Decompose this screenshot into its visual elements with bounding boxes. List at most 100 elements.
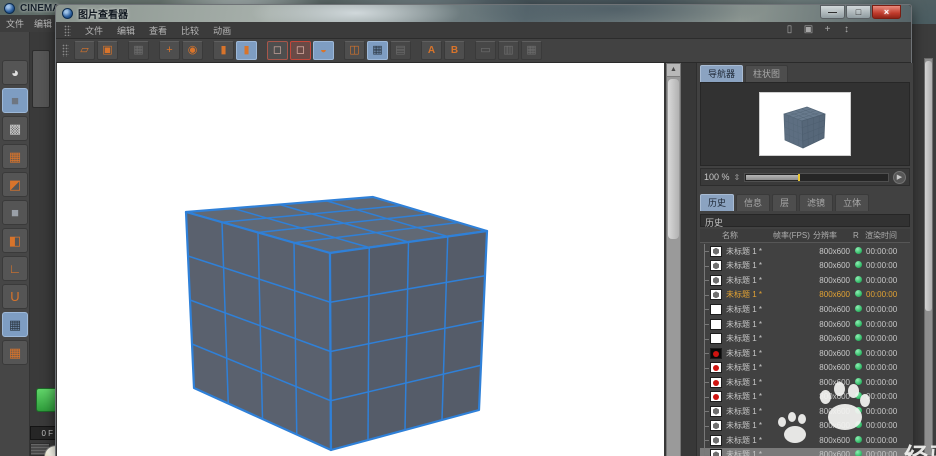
- cube-tool-icon[interactable]: ■: [2, 88, 28, 113]
- tree-connector: [700, 259, 710, 274]
- magnet-snap-icon[interactable]: U: [2, 284, 28, 309]
- channel-a-icon[interactable]: A: [421, 41, 442, 60]
- move-channel-icon[interactable]: +: [159, 41, 180, 60]
- gray-cube-icon[interactable]: ■: [2, 200, 28, 225]
- history-row[interactable]: 未标题 1 *800x60000:00:00: [700, 448, 910, 456]
- viewer-menu-item-0[interactable]: 文件: [85, 24, 103, 37]
- workspace-icon[interactable]: ◒: [313, 41, 334, 60]
- film-disabled-icon[interactable]: ▦: [521, 41, 542, 60]
- navigator-tab-0[interactable]: 导航器: [700, 65, 743, 82]
- history-column-header: 名称帧率(FPS)分辨率R渲染时间: [700, 229, 910, 243]
- history-row[interactable]: 未标题 1 *800x60000:00:00: [700, 259, 910, 274]
- toolbar-drag-handle-icon[interactable]: [62, 44, 69, 57]
- history-row[interactable]: 未标题 1 *800x60000:00:00: [700, 302, 910, 317]
- ab-disabled-icon[interactable]: ▭: [475, 41, 496, 60]
- picture-viewer-titlebar[interactable]: 图片查看器 —□×: [56, 5, 911, 22]
- panel-tab-2[interactable]: 层: [772, 194, 797, 211]
- resize-panel-icon[interactable]: ↕: [840, 24, 853, 35]
- minimize-button[interactable]: —: [820, 5, 845, 19]
- row-name: 未标题 1 *: [726, 435, 788, 446]
- grid-view-icon[interactable]: ▦: [367, 41, 388, 60]
- rendered-cube-image: [57, 63, 664, 456]
- row-thumbnail-red-white-icon: [710, 377, 722, 388]
- maximize-button[interactable]: □: [846, 5, 871, 19]
- image-canvas[interactable]: [57, 63, 664, 456]
- history-row[interactable]: 未标题 1 *800x60000:00:00: [700, 375, 910, 390]
- row-resolution: 800x600: [810, 392, 850, 401]
- grid-plane-icon[interactable]: ▦: [2, 144, 28, 169]
- row-render-time: 00:00:00: [866, 392, 910, 401]
- compare-disabled-icon[interactable]: ▦: [128, 41, 149, 60]
- history-row[interactable]: 未标题 1 *800x60000:00:00: [700, 360, 910, 375]
- history-row[interactable]: 未标题 1 *800x60000:00:00: [700, 273, 910, 288]
- viewer-menu-item-1[interactable]: 编辑: [117, 24, 135, 37]
- viewer-menu-item-4[interactable]: 动画: [213, 24, 231, 37]
- navigator-thumbnail[interactable]: [759, 92, 851, 156]
- panel-tab-4[interactable]: 立体: [835, 194, 869, 211]
- checker-cube-icon[interactable]: ▩: [2, 116, 28, 141]
- picture-viewer-icon: [62, 8, 73, 19]
- zoom-stepper-icon[interactable]: ⇕: [734, 173, 741, 182]
- dual-view-icon[interactable]: ◫: [344, 41, 365, 60]
- main-menu-item-0[interactable]: 文件: [6, 17, 24, 30]
- panel-tab-3[interactable]: 滤镜: [799, 194, 833, 211]
- close-button[interactable]: ×: [872, 5, 901, 19]
- row-render-time: 00:00:00: [866, 320, 910, 329]
- row-status-dot: [850, 392, 866, 401]
- navigator-cube-image: [760, 93, 850, 155]
- navigator-tab-1[interactable]: 柱状图: [745, 65, 788, 82]
- canvas-scrollbar-thumb[interactable]: [668, 79, 679, 239]
- row-resolution: 800x600: [810, 305, 850, 314]
- render-user-icon[interactable]: ◉: [182, 41, 203, 60]
- sphere-tool-icon[interactable]: ◕: [2, 60, 28, 85]
- history-row[interactable]: 未标题 1 *800x60000:00:00: [700, 433, 910, 448]
- history-row[interactable]: 未标题 1 *800x60000:00:00: [700, 346, 910, 361]
- history-row[interactable]: 未标题 1 *800x60000:00:00: [700, 244, 910, 259]
- viewer-right-panel: 导航器柱状图 100 % ⇕ ▶ 历史信息层滤镜立体 历史 名称帧率(FPS)分…: [696, 63, 913, 456]
- menu-drag-handle-icon[interactable]: [64, 25, 71, 36]
- save-file-icon[interactable]: ▣: [97, 41, 118, 60]
- mesh-lock-icon[interactable]: ▦: [2, 312, 28, 337]
- history-row[interactable]: 未标题 1 *800x60000:00:00: [700, 419, 910, 434]
- corner-cube-icon[interactable]: ◩: [2, 172, 28, 197]
- viewer-menu-item-2[interactable]: 查看: [149, 24, 167, 37]
- layout-disabled-icon[interactable]: ▤: [390, 41, 411, 60]
- row-thumbnail-cube-icon: [710, 289, 722, 300]
- history-row[interactable]: 未标题 1 *800x60000:00:00: [700, 404, 910, 419]
- row-name: 未标题 1 *: [726, 362, 788, 373]
- pin-panel-icon[interactable]: ▣: [802, 24, 815, 35]
- axis-workplane-icon[interactable]: ∟: [2, 256, 28, 281]
- table-disabled-icon[interactable]: ▥: [498, 41, 519, 60]
- frame-b-icon[interactable]: ◻: [290, 41, 311, 60]
- scrollbar-thumb[interactable]: [925, 61, 932, 311]
- history-row[interactable]: 未标题 1 *800x60000:00:00: [700, 288, 910, 303]
- panel-tab-0[interactable]: 历史: [700, 194, 734, 211]
- main-window-side-tab[interactable]: [32, 50, 50, 108]
- panel-tab-1[interactable]: 信息: [736, 194, 770, 211]
- main-window-scrollbar[interactable]: [924, 58, 933, 456]
- open-file-icon[interactable]: ▱: [74, 41, 95, 60]
- row-status-dot: [850, 334, 866, 343]
- scroll-up-icon[interactable]: ▲: [667, 64, 680, 77]
- history-row[interactable]: 未标题 1 *800x60000:00:00: [700, 317, 910, 332]
- move-panel-icon[interactable]: +: [821, 24, 834, 35]
- row-thumbnail-red-white-icon: [710, 362, 722, 373]
- catalog-active-icon[interactable]: ▮: [236, 41, 257, 60]
- zoom-slider[interactable]: [744, 173, 889, 182]
- top-cube-icon[interactable]: ◧: [2, 228, 28, 253]
- panel-toggle-icon[interactable]: ▯: [783, 24, 796, 35]
- row-render-time: 00:00:00: [866, 349, 910, 358]
- viewer-menu-item-3[interactable]: 比较: [181, 24, 199, 37]
- history-row[interactable]: 未标题 1 *800x60000:00:00: [700, 389, 910, 404]
- main-menu-item-1[interactable]: 编辑: [34, 17, 52, 30]
- history-row[interactable]: 未标题 1 *800x60000:00:00: [700, 331, 910, 346]
- canvas-scrollbar[interactable]: ▲: [666, 63, 681, 456]
- frame-a-icon[interactable]: ◻: [267, 41, 288, 60]
- mesh-orange-icon[interactable]: ▦: [2, 340, 28, 365]
- channel-b-icon[interactable]: B: [444, 41, 465, 60]
- row-render-time: 00:00:00: [866, 290, 910, 299]
- catalog-icon[interactable]: ▮: [213, 41, 234, 60]
- row-thumbnail-cube-icon: [710, 406, 722, 417]
- frame-counter-field[interactable]: 0 F: [30, 426, 56, 440]
- zoom-fit-button[interactable]: ▶: [893, 171, 906, 184]
